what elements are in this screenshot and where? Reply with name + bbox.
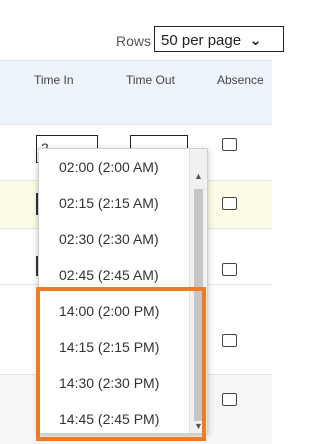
chevron-down-icon: ⌄ <box>249 32 262 49</box>
absence-checkbox[interactable] <box>222 334 237 347</box>
column-header-absence: Absence <box>217 73 264 87</box>
scroll-up-icon[interactable]: ▲ <box>194 171 203 181</box>
absence-checkbox[interactable] <box>222 263 237 276</box>
highlight-box <box>36 287 206 441</box>
rows-per-page-select[interactable]: 50 per page ⌄ <box>154 26 284 52</box>
time-option[interactable]: 02:30 (2:30 AM) <box>39 221 189 257</box>
rows-per-page-bar: Rows 50 per page ⌄ <box>0 22 284 60</box>
top-bar <box>0 0 272 23</box>
table-header: Time In Time Out Absence <box>0 60 272 125</box>
time-option[interactable]: 02:15 (2:15 AM) <box>39 185 189 221</box>
rows-label: Rows <box>116 33 152 49</box>
time-option[interactable]: 02:00 (2:00 AM) <box>39 149 189 185</box>
rows-per-page-value: 50 per page <box>161 32 242 49</box>
absence-checkbox[interactable] <box>222 393 237 406</box>
absence-checkbox[interactable] <box>222 197 237 210</box>
absence-checkbox[interactable] <box>222 138 237 151</box>
column-header-time-out: Time Out <box>126 73 175 87</box>
column-header-time-in: Time In <box>34 73 74 87</box>
